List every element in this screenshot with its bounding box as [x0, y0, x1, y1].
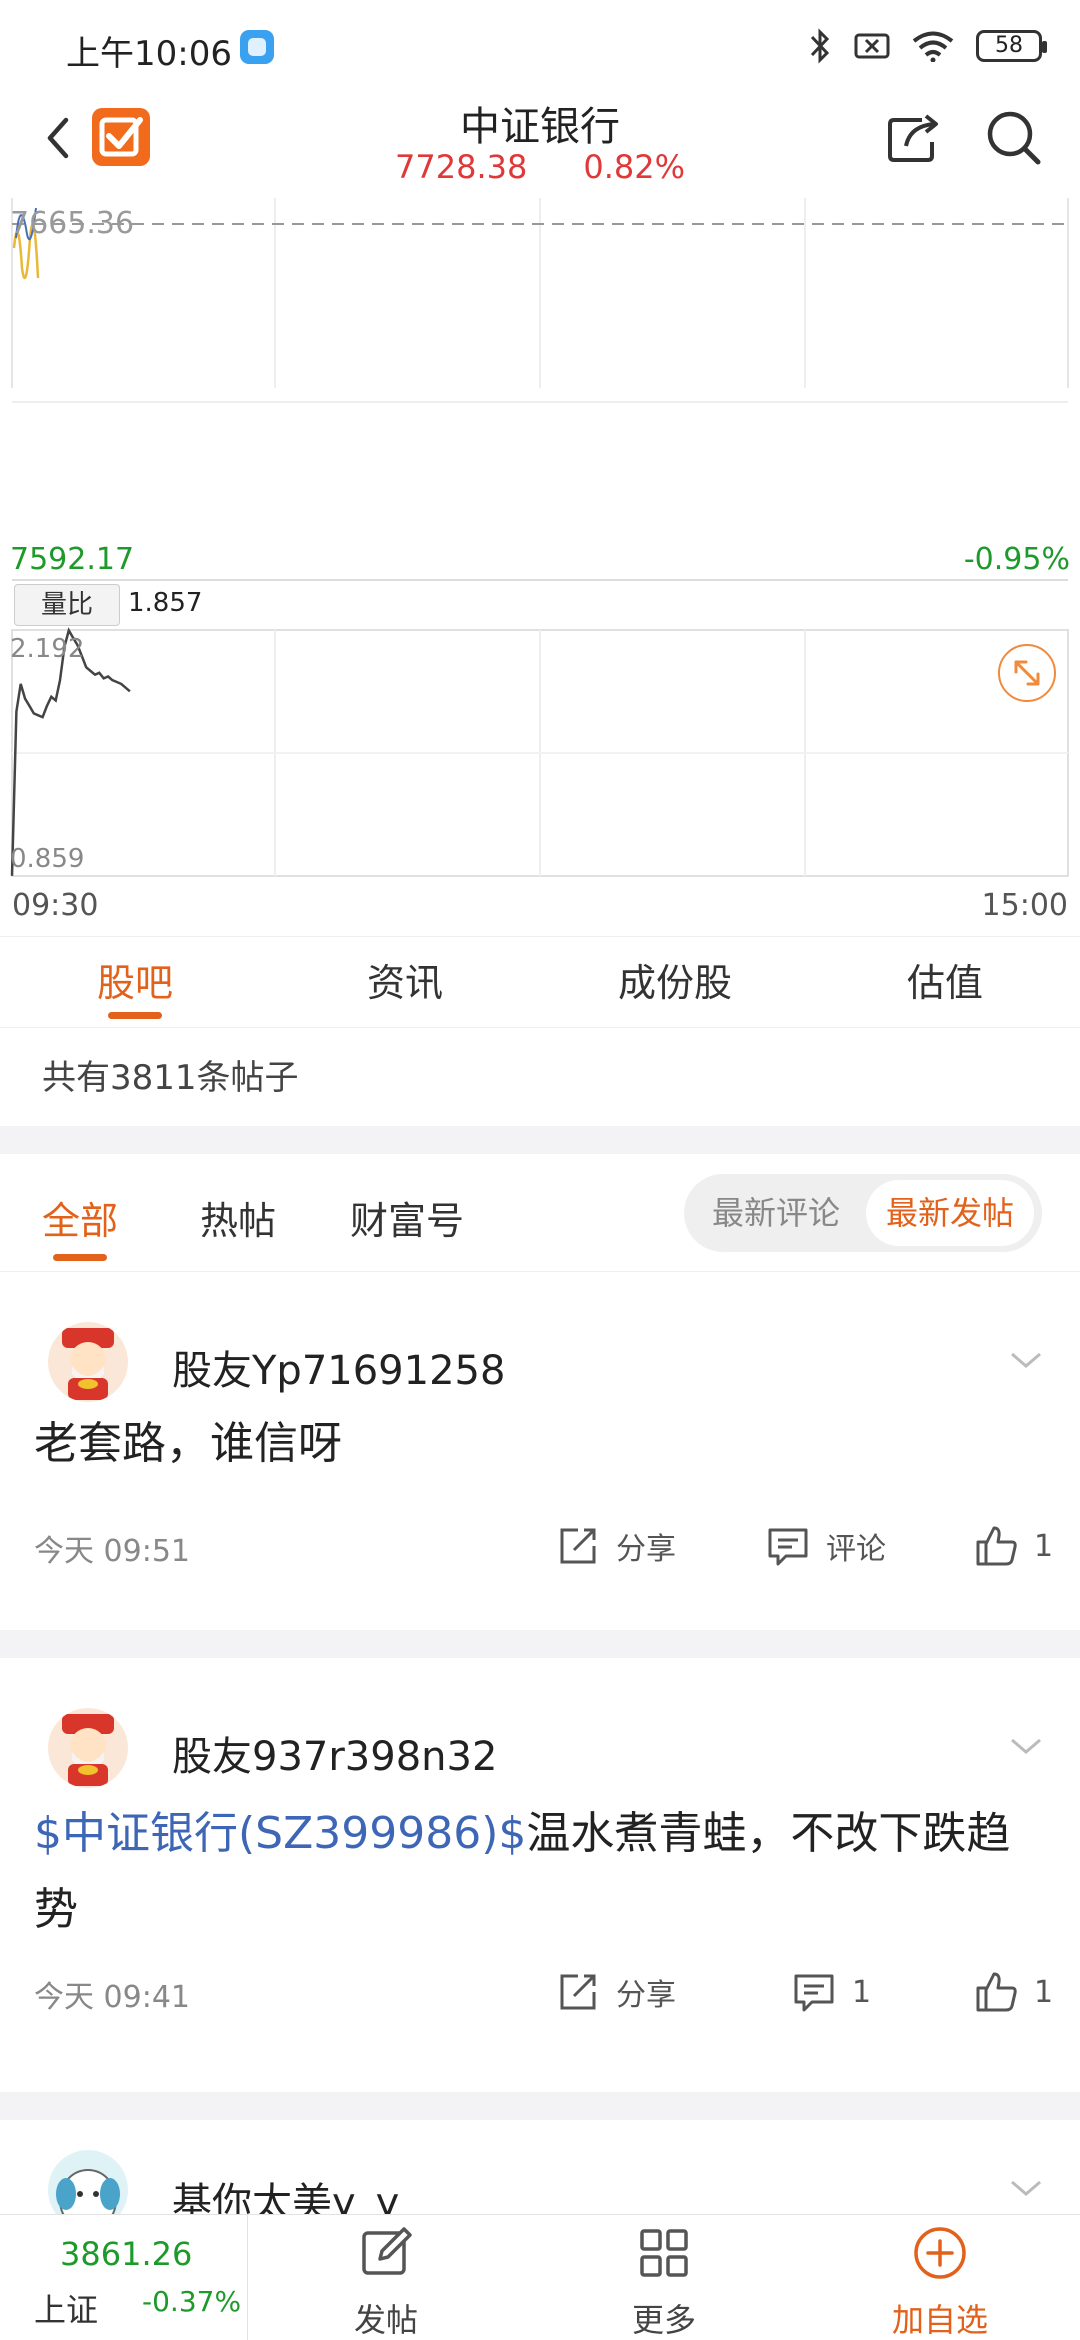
- comment-count: 1: [852, 1974, 872, 2010]
- bluetooth-icon: [810, 28, 830, 64]
- expand-chart-button[interactable]: [998, 644, 1056, 702]
- expand-icon: [1014, 660, 1040, 686]
- index-change: -0.37%: [142, 2285, 242, 2318]
- avatar[interactable]: [48, 1708, 128, 1788]
- bottom-bar: 3861.26 上证 -0.37% 发帖 更多 加自选: [0, 2214, 1080, 2340]
- post-card[interactable]: 股友Yp71691258 老套路，谁信呀 今天 09:51 分享 评论 1: [0, 1272, 1080, 1630]
- post-card[interactable]: 股友937r398n32 $中证银行(SZ399986)$温水煮青蛙，不改下跌趋…: [0, 1658, 1080, 2092]
- comment-label: 评论: [826, 1532, 886, 1567]
- subtab-all[interactable]: 全部: [42, 1190, 118, 1261]
- status-time: 上午10:06: [66, 34, 232, 74]
- wifi-icon: [912, 31, 954, 62]
- plus-circle-icon: [914, 2227, 966, 2279]
- header: 中证银行 7728.38 0.82%: [0, 90, 1080, 198]
- post-meta: 今天 09:41 分享 1 1: [0, 1962, 1080, 2022]
- comment-icon: [768, 1528, 808, 1566]
- post-username[interactable]: 股友Yp71691258: [172, 1338, 505, 1396]
- fortune-god-avatar-icon: [62, 1328, 114, 1400]
- post-button[interactable]: 发帖: [296, 2215, 476, 2340]
- post-meta: 今天 09:51 分享 评论 1: [0, 1516, 1080, 1576]
- comment-action[interactable]: 评论: [766, 1516, 886, 1576]
- more-button[interactable]: 更多: [574, 2215, 754, 2340]
- price-grid: [11, 198, 1069, 581]
- main-tabs: 股吧 资讯 成份股 估值: [0, 936, 1080, 1028]
- index-value: 3861.26: [60, 2235, 193, 2273]
- post-divider: [0, 2092, 1080, 2120]
- section-divider: [0, 1126, 1080, 1154]
- post-username[interactable]: 基你太美y_y: [172, 2170, 399, 2214]
- pct-low-label: -0.95%: [963, 542, 1070, 577]
- sort-latest-post[interactable]: 最新发帖: [866, 1180, 1034, 1246]
- tab-guba[interactable]: 股吧: [0, 937, 270, 1027]
- tab-valuation[interactable]: 估值: [810, 937, 1080, 1027]
- like-action[interactable]: 1: [974, 1516, 1053, 1576]
- stock-link[interactable]: $中证银行(SZ399986)$: [34, 1808, 526, 1859]
- fortune-god-avatar-icon: [62, 1714, 114, 1786]
- time-start-label: 09:30: [12, 888, 99, 923]
- vr-low-label: 0.859: [10, 844, 85, 874]
- chevron-down-icon[interactable]: [1006, 2176, 1046, 2200]
- post-divider: [0, 1630, 1080, 1658]
- sub-tabs: 全部 热帖 财富号 最新评论 最新发帖: [0, 1154, 1080, 1272]
- share-icon: [560, 1528, 596, 1564]
- search-icon[interactable]: [984, 108, 1044, 168]
- sort-toggle: 最新评论 最新发帖: [684, 1174, 1042, 1252]
- add-watchlist-button[interactable]: 加自选: [850, 2215, 1030, 2340]
- volume-ratio-selector[interactable]: 量比: [14, 584, 120, 626]
- post-time: 今天 09:41: [34, 1980, 190, 2015]
- share-action[interactable]: 分享: [556, 1516, 676, 1576]
- post-username[interactable]: 股友937r398n32: [172, 1724, 497, 1782]
- thumbs-up-icon: [976, 1526, 1017, 1566]
- edit-icon: [362, 2227, 412, 2275]
- sort-latest-comment[interactable]: 最新评论: [692, 1180, 860, 1246]
- add-watchlist-label: 加自选: [891, 2301, 988, 2339]
- status-icons: 58: [808, 26, 1047, 66]
- thumbs-up-icon: [976, 1972, 1017, 2012]
- avatar[interactable]: [48, 2150, 128, 2214]
- no-sim-icon: [854, 33, 890, 59]
- grid-icon: [640, 2229, 688, 2277]
- intraday-chart[interactable]: 7665.36 7592.17 -0.95% 量比 1.857 2.192 0.…: [0, 198, 1080, 938]
- like-action[interactable]: 1: [974, 1962, 1053, 2022]
- comment-icon: [794, 1974, 834, 2012]
- status-bar: 上午10:06 58: [0, 0, 1080, 90]
- avatar[interactable]: [48, 1322, 128, 1402]
- like-count: 1: [1034, 1974, 1054, 2010]
- post-count: 共有3811条帖子: [42, 1058, 299, 1098]
- index-price: 7728.38: [395, 148, 528, 186]
- share-icon[interactable]: [884, 108, 944, 168]
- vr-high-label: 2.192: [10, 634, 85, 664]
- share-label: 分享: [616, 1978, 676, 2013]
- post-card[interactable]: 基你太美y_y: [0, 2120, 1080, 2214]
- chevron-down-icon[interactable]: [1006, 1348, 1046, 1372]
- battery-indicator: 58: [976, 30, 1047, 62]
- chart-svg: [10, 198, 1069, 877]
- post-text[interactable]: 老套路，谁信呀: [34, 1406, 1054, 1482]
- price-low-label: 7592.17: [10, 542, 135, 577]
- like-count: 1: [1034, 1528, 1054, 1564]
- market-index-ticker[interactable]: 3861.26 上证 -0.37%: [0, 2215, 248, 2340]
- subtab-hot[interactable]: 热帖: [200, 1190, 276, 1245]
- index-change-pct: 0.82%: [583, 148, 685, 186]
- cartoon-avatar-icon: [56, 2169, 120, 2214]
- volume-ratio-grid: [11, 629, 1069, 877]
- time-end-label: 15:00: [981, 888, 1068, 923]
- post-text[interactable]: $中证银行(SZ399986)$温水煮青蛙，不改下跌趋势: [34, 1796, 1054, 1948]
- tab-news[interactable]: 资讯: [270, 937, 540, 1027]
- tab-constituents[interactable]: 成份股: [540, 937, 810, 1027]
- share-icon: [560, 1974, 596, 2010]
- price-top-label: 7665.36: [10, 206, 135, 241]
- share-action[interactable]: 分享: [556, 1962, 676, 2022]
- comment-action[interactable]: 1: [792, 1962, 871, 2022]
- volume-ratio-value: 1.857: [128, 588, 203, 618]
- more-button-label: 更多: [631, 2301, 696, 2339]
- index-name: 上证: [34, 2291, 99, 2329]
- chevron-down-icon[interactable]: [1006, 1734, 1046, 1758]
- post-button-label: 发帖: [353, 2301, 418, 2339]
- post-time: 今天 09:51: [34, 1534, 190, 1569]
- share-label: 分享: [616, 1532, 676, 1567]
- notification-app-icon: [240, 30, 274, 64]
- subtab-fortune[interactable]: 财富号: [350, 1190, 464, 1245]
